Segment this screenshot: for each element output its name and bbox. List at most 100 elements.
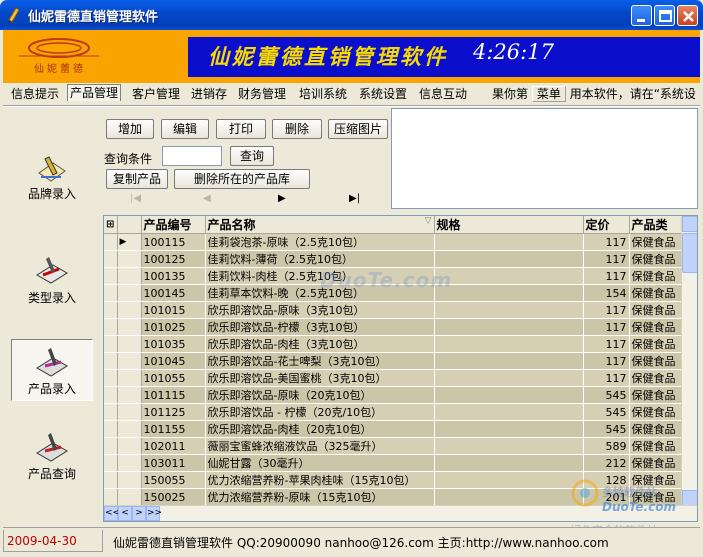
cell-code[interactable]: 150025 (141, 488, 206, 506)
cell-category[interactable]: 保健食品 (629, 335, 690, 353)
col-header-spec[interactable]: 规格 (434, 216, 584, 234)
menu-item-interact[interactable]: 信息互动 (417, 86, 469, 103)
row-selector[interactable] (117, 471, 142, 489)
close-button[interactable] (677, 5, 698, 26)
cell-code[interactable]: 101045 (141, 352, 206, 370)
hscroll-right-icon[interactable]: > (132, 506, 146, 521)
info-panel[interactable] (391, 108, 698, 209)
add-button[interactable]: 增加 (106, 119, 154, 139)
cell-code[interactable]: 100135 (141, 267, 206, 285)
title-bar[interactable]: 仙妮雷德直销管理软件 (0, 0, 703, 30)
cell-category[interactable]: 保健食品 (629, 454, 690, 472)
cell-name[interactable]: 佳莉饮料-薄荷（2.5克10包） (205, 250, 435, 268)
cell-spec[interactable] (434, 318, 584, 336)
cell-price[interactable]: 117 (583, 267, 630, 285)
cell-spec[interactable] (434, 386, 584, 404)
menu-item-finance[interactable]: 财务管理 (236, 86, 288, 103)
cell-category[interactable]: 保健食品 (629, 386, 690, 404)
cell-code[interactable]: 102011 (141, 437, 206, 455)
table-row[interactable]: 101115 欣乐即溶饮品-原味（20克10包） 545 保健食品 (104, 386, 690, 404)
cell-category[interactable]: 保健食品 (629, 369, 690, 387)
cell-spec[interactable] (434, 369, 584, 387)
cell-category[interactable]: 保健食品 (629, 284, 690, 302)
cell-price[interactable]: 589 (583, 437, 630, 455)
scroll-thumb[interactable] (682, 233, 697, 273)
cell-name[interactable]: 仙妮甘露（30毫升） (205, 454, 435, 472)
cell-spec[interactable] (434, 267, 584, 285)
row-selector[interactable] (117, 301, 142, 319)
table-row[interactable]: 102011 薇丽宝蜜蜂浓缩液饮品（325毫升） 589 保健食品 (104, 437, 690, 455)
table-row[interactable]: 100125 佳莉饮料-薄荷（2.5克10包） 117 保健食品 (104, 250, 690, 268)
cell-price[interactable]: 117 (583, 233, 630, 251)
cell-category[interactable]: 保健食品 (629, 301, 690, 319)
cell-name[interactable]: 欣乐即溶饮品-肉桂（20克10包） (205, 420, 435, 438)
next-record-icon[interactable]: ▶ (278, 193, 286, 204)
menu-item-training[interactable]: 培训系统 (297, 86, 349, 103)
cell-name[interactable]: 欣乐即溶饮品-花士啤梨（3克10包） (205, 352, 435, 370)
last-record-icon[interactable]: ▶| (349, 193, 360, 204)
query-button[interactable]: 查询 (230, 146, 274, 166)
edit-button[interactable]: 编辑 (161, 119, 209, 139)
cell-category[interactable]: 保健食品 (629, 437, 690, 455)
cell-code[interactable]: 103011 (141, 454, 206, 472)
cell-code[interactable]: 100115 (141, 233, 206, 251)
table-row[interactable]: 101045 欣乐即溶饮品-花士啤梨（3克10包） 117 保健食品 (104, 352, 690, 370)
row-selector[interactable] (117, 386, 142, 404)
cell-code[interactable]: 101155 (141, 420, 206, 438)
table-row[interactable]: 101155 欣乐即溶饮品-肉桂（20克10包） 545 保健食品 (104, 420, 690, 438)
cell-price[interactable]: 117 (583, 335, 630, 353)
sidebar-item-brand[interactable]: 品牌录入 (11, 147, 93, 209)
table-row[interactable]: 103011 仙妮甘露（30毫升） 212 保健食品 (104, 454, 690, 472)
hscroll-last-icon[interactable]: >> (146, 506, 162, 521)
cell-category[interactable]: 保健食品 (629, 352, 690, 370)
cell-code[interactable]: 101125 (141, 403, 206, 421)
cell-price[interactable]: 545 (583, 403, 630, 421)
hscroll-left-icon[interactable]: < (118, 506, 132, 521)
cell-price[interactable]: 545 (583, 386, 630, 404)
cell-name[interactable]: 欣乐即溶饮品-柠檬（3克10包） (205, 318, 435, 336)
cell-price[interactable]: 117 (583, 352, 630, 370)
delete-product-db-button[interactable]: 删除所在的产品库 (174, 169, 310, 189)
minimize-button[interactable] (631, 5, 652, 26)
prev-record-icon[interactable]: ◀ (203, 193, 211, 204)
row-selector[interactable] (117, 403, 142, 421)
scroll-up-icon[interactable] (682, 216, 697, 232)
cell-name[interactable]: 欣乐即溶饮品-肉桂（3克10包） (205, 335, 435, 353)
row-selector[interactable] (117, 420, 142, 438)
cell-code[interactable]: 100125 (141, 250, 206, 268)
cell-spec[interactable] (434, 301, 584, 319)
menu-item-product[interactable]: 产品管理 (67, 84, 122, 101)
query-input[interactable] (162, 146, 222, 166)
vertical-scrollbar[interactable] (681, 216, 697, 506)
cell-price[interactable]: 117 (583, 301, 630, 319)
row-selector[interactable]: ▶ (117, 233, 142, 251)
table-row[interactable]: ▶ 100115 佳莉袋泡茶-原味（2.5克10包） 117 保健食品 (104, 233, 690, 251)
menu-button[interactable]: 菜单 (531, 86, 566, 102)
cell-category[interactable]: 保健食品 (629, 267, 690, 285)
cell-spec[interactable] (434, 454, 584, 472)
cell-spec[interactable] (434, 284, 584, 302)
cell-name[interactable]: 欣乐即溶饮品-美国蜜桃（3克10包） (205, 369, 435, 387)
cell-spec[interactable] (434, 420, 584, 438)
cell-name[interactable]: 优力浓缩营养粉-原味（15克10包） (205, 488, 435, 506)
cell-name[interactable]: 薇丽宝蜜蜂浓缩液饮品（325毫升） (205, 437, 435, 455)
cell-spec[interactable] (434, 488, 584, 506)
col-header-price[interactable]: 定价 (583, 216, 630, 234)
product-grid[interactable]: ⊞ 产品编号 产品名称 ▽ 规格 定价 产品类 ▶ 100115 佳莉袋泡茶-原味（2… (103, 215, 698, 522)
cell-spec[interactable] (434, 352, 584, 370)
cell-category[interactable]: 保健食品 (629, 420, 690, 438)
sidebar-item-query[interactable]: 产品查询 (11, 425, 93, 487)
row-selector[interactable] (117, 335, 142, 353)
table-row[interactable]: 101055 欣乐即溶饮品-美国蜜桃（3克10包） 117 保健食品 (104, 369, 690, 387)
cell-code[interactable]: 101055 (141, 369, 206, 387)
cell-category[interactable]: 保健食品 (629, 250, 690, 268)
compress-image-button[interactable]: 压缩图片 (328, 119, 388, 139)
cell-price[interactable]: 117 (583, 250, 630, 268)
copy-product-button[interactable]: 复制产品 (106, 169, 168, 189)
cell-spec[interactable] (434, 403, 584, 421)
cell-category[interactable]: 保健食品 (629, 403, 690, 421)
cell-price[interactable]: 212 (583, 454, 630, 472)
menu-item-info[interactable]: 信息提示 (9, 86, 61, 103)
cell-spec[interactable] (434, 471, 584, 489)
cell-price[interactable]: 117 (583, 318, 630, 336)
